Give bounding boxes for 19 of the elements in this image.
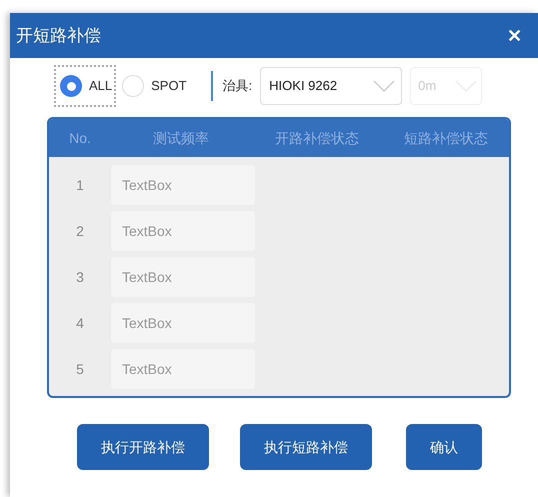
radio-option[interactable]: ALL bbox=[54, 65, 116, 107]
fixture-dropdown[interactable]: HIOKI 9262 bbox=[260, 67, 402, 105]
row-number: 5 bbox=[75, 360, 85, 378]
radio-option[interactable]: SPOT bbox=[116, 65, 191, 107]
column-header: 测试频率 bbox=[152, 128, 210, 148]
fixture-label: 治具: bbox=[222, 77, 252, 96]
row-number: 4 bbox=[75, 314, 85, 332]
chevron-down-icon bbox=[373, 80, 396, 92]
row-number: 3 bbox=[75, 268, 85, 286]
row-number: 2 bbox=[75, 222, 85, 240]
action-button[interactable]: 确认 bbox=[406, 424, 482, 470]
close-button[interactable]: ✕ bbox=[507, 26, 522, 44]
column-header: 开路补偿状态 bbox=[274, 128, 360, 148]
action-button[interactable]: 执行短路补偿 bbox=[240, 424, 372, 470]
window-title: 开短路补偿 bbox=[16, 24, 101, 47]
column-header: No. bbox=[68, 128, 92, 148]
row-number: 1 bbox=[75, 176, 85, 194]
action-button[interactable]: 执行开路补偿 bbox=[77, 424, 209, 470]
column-header: 短路补偿状态 bbox=[403, 128, 489, 148]
